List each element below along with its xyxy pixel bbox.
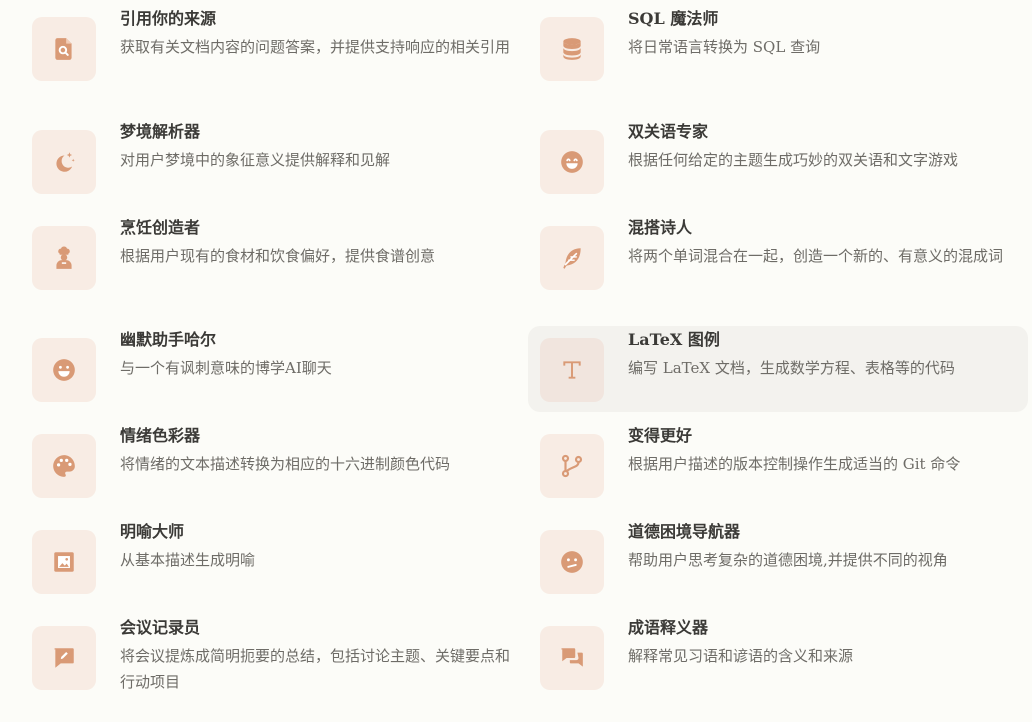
card-title: 变得更好 bbox=[628, 426, 693, 445]
card-git-gud[interactable]: 变得更好 根据用户描述的版本控制操作生成适当的 Git 命令 bbox=[528, 422, 1028, 506]
card-icon-box bbox=[32, 434, 96, 498]
card-description: 将情绪的文本描述转换为相应的十六进制颜色代码 bbox=[120, 455, 451, 473]
text-t-icon bbox=[563, 361, 581, 379]
document-search-icon bbox=[55, 38, 72, 60]
card-icon-box bbox=[540, 130, 604, 194]
card-pun-expert[interactable]: 双关语专家 根据任何给定的主题生成巧妙的双关语和文字游戏 bbox=[528, 118, 1028, 202]
chat-bubbles-icon bbox=[561, 648, 583, 667]
git-branch-icon bbox=[561, 454, 583, 478]
card-title: SQL 魔法师 bbox=[628, 9, 719, 28]
laugh-face-icon bbox=[53, 359, 75, 381]
card-humor-assistant-hal[interactable]: 幽默助手哈尔 与一个有讽刺意味的博学AI聊天 bbox=[20, 326, 520, 412]
card-title: 成语释义器 bbox=[628, 618, 709, 637]
prompt-library-grid: 引用你的来源 获取有关文档内容的问题答案，并提供支持响应的相关引用 SQL 魔法… bbox=[0, 0, 1032, 722]
moon-stars-icon bbox=[56, 152, 75, 172]
card-mood-colorizer[interactable]: 情绪色彩器 将情绪的文本描述转换为相应的十六进制颜色代码 bbox=[20, 422, 520, 506]
card-icon-box bbox=[540, 226, 604, 290]
card-title: LaTeX 图例 bbox=[628, 330, 720, 349]
card-title: 情绪色彩器 bbox=[120, 426, 201, 445]
card-cite-sources[interactable]: 引用你的来源 获取有关文档内容的问题答案，并提供支持响应的相关引用 bbox=[20, 5, 520, 105]
grin-face-icon bbox=[561, 151, 583, 173]
card-title: 会议记录员 bbox=[120, 618, 201, 637]
chef-icon bbox=[56, 246, 72, 269]
card-title: 幽默助手哈尔 bbox=[120, 330, 217, 349]
card-icon-box bbox=[32, 130, 96, 194]
card-icon-box bbox=[540, 338, 604, 402]
card-title: 明喻大师 bbox=[120, 522, 185, 541]
palette-icon bbox=[53, 455, 75, 477]
card-simile-master[interactable]: 明喻大师 从基本描述生成明喻 bbox=[20, 518, 520, 602]
card-title: 烹饪创造者 bbox=[120, 218, 201, 237]
card-icon-box bbox=[32, 530, 96, 594]
card-title: 引用你的来源 bbox=[120, 9, 217, 28]
card-recipe-creator[interactable]: 烹饪创造者 根据用户现有的食材和饮食偏好，提供食谱创意 bbox=[20, 214, 520, 314]
card-icon-box bbox=[32, 17, 96, 81]
card-icon-box bbox=[32, 338, 96, 402]
card-description: 根据用户描述的版本控制操作生成适当的 Git 命令 bbox=[628, 455, 961, 473]
card-description: 编写 LaTeX 文档，生成数学方程、表格等的代码 bbox=[628, 359, 955, 377]
card-description: 获取有关文档内容的问题答案，并提供支持响应的相关引用 bbox=[120, 38, 511, 56]
card-title: 道德困境导航器 bbox=[628, 522, 741, 541]
card-title: 双关语专家 bbox=[628, 122, 709, 141]
card-description: 帮助用户思考复杂的道德困境,并提供不同的视角 bbox=[628, 551, 948, 569]
card-description: 将会议提炼成简明扼要的总结，包括讨论主题、关键要点和行动项目 bbox=[120, 647, 511, 691]
card-description: 与一个有讽刺意味的博学AI聊天 bbox=[120, 359, 332, 377]
confused-face-icon bbox=[561, 551, 583, 573]
card-meeting-scribe[interactable]: 会议记录员 将会议提炼成简明扼要的总结，包括讨论主题、关键要点和行动项目 bbox=[20, 614, 520, 714]
card-mashup-poet[interactable]: 混搭诗人 将两个单词混合在一起，创造一个新的、有意义的混成词 bbox=[528, 214, 1028, 314]
card-icon-box bbox=[540, 17, 604, 81]
card-sql-wizard[interactable]: SQL 魔法师 将日常语言转换为 SQL 查询 bbox=[528, 5, 1028, 105]
database-icon bbox=[563, 38, 581, 60]
card-dream-interpreter[interactable]: 梦境解析器 对用户梦境中的象征意义提供解释和见解 bbox=[20, 118, 520, 202]
card-title: 梦境解析器 bbox=[120, 122, 201, 141]
card-icon-box bbox=[540, 530, 604, 594]
card-title: 混搭诗人 bbox=[628, 218, 693, 237]
card-icon-box bbox=[32, 226, 96, 290]
card-description: 解释常见习语和谚语的含义和来源 bbox=[628, 647, 854, 665]
card-description: 将两个单词混合在一起，创造一个新的、有意义的混成词 bbox=[628, 247, 1004, 265]
card-latex-legend[interactable]: LaTeX 图例 编写 LaTeX 文档，生成数学方程、表格等的代码 bbox=[528, 326, 1028, 412]
card-description: 根据任何给定的主题生成巧妙的双关语和文字游戏 bbox=[628, 151, 959, 169]
card-icon-box bbox=[32, 626, 96, 690]
chat-pencil-icon bbox=[54, 648, 74, 668]
card-description: 对用户梦境中的象征意义提供解释和见解 bbox=[120, 151, 391, 169]
card-description: 根据用户现有的食材和饮食偏好，提供食谱创意 bbox=[120, 247, 436, 265]
frame-icon bbox=[54, 552, 74, 572]
feather-icon bbox=[563, 248, 581, 269]
card-description: 从基本描述生成明喻 bbox=[120, 551, 256, 569]
card-icon-box bbox=[540, 626, 604, 690]
card-ethics-navigator[interactable]: 道德困境导航器 帮助用户思考复杂的道德困境,并提供不同的视角 bbox=[528, 518, 1028, 602]
card-idiom-explainer[interactable]: 成语释义器 解释常见习语和谚语的含义和来源 bbox=[528, 614, 1028, 714]
card-description: 将日常语言转换为 SQL 查询 bbox=[628, 38, 821, 56]
card-icon-box bbox=[540, 434, 604, 498]
